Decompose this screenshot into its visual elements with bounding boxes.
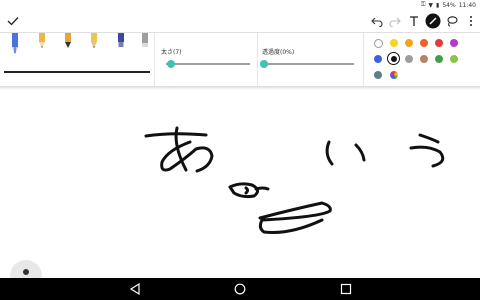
custom-color-wheel-icon[interactable] [390,71,398,79]
status-bar: ⚿ ▼ ▮ 54% 11:40 [0,0,480,10]
color-swatch-red[interactable] [435,39,443,47]
stroke [258,218,324,234]
color-swatch-green[interactable] [435,55,443,63]
drawing-canvas[interactable] [0,90,480,278]
more-vert-icon[interactable] [462,12,480,30]
time-text: 11:40 [458,1,476,9]
pen-highlighter[interactable] [89,33,99,49]
stroke [354,143,366,162]
opacity-slider-thumb[interactable] [260,60,268,68]
stroke [258,201,332,222]
home-icon[interactable] [233,282,247,296]
lasso-icon[interactable] [443,12,461,30]
color-swatch-purple[interactable] [450,39,458,47]
divider [154,33,155,87]
top-toolbar [0,10,480,32]
pen-eraser[interactable] [140,33,150,49]
pen-pencil[interactable] [37,33,47,49]
pen-mode-icon [23,269,29,275]
pen-settings-panel: 太さ(7) 透過度(0%) [0,32,480,87]
stroke [228,182,259,199]
navigation-bar [0,278,480,300]
thickness-slider-thumb[interactable] [167,60,175,68]
color-swatch-deep-orange[interactable] [420,39,428,47]
color-swatch-brown[interactable] [420,55,428,63]
color-swatch-blue[interactable] [374,55,382,63]
stroke [160,140,214,173]
stroke [244,186,249,195]
divider [257,33,258,87]
pen-preview-line [4,71,150,73]
opacity-label: 透過度(0%) [262,49,295,56]
color-swatch-black-selected[interactable] [387,52,400,65]
undo-icon[interactable] [368,12,386,30]
pen-fountain[interactable] [10,33,20,57]
color-swatch-blue-gray[interactable] [374,71,382,79]
color-swatch-yellow[interactable] [390,39,398,47]
color-swatch-gray[interactable] [405,55,413,63]
status-right: ⚿ ▼ ▮ 54% 11:40 [421,0,476,10]
pen-brush[interactable] [63,33,73,49]
checkmark-icon[interactable] [4,12,22,30]
handwriting-strokes [144,126,445,234]
battery-text: 54% [442,1,456,9]
wifi-icon: ▼ [428,1,434,9]
pen-tool-icon[interactable] [424,12,442,30]
pen-marker[interactable] [116,33,126,49]
stroke [409,145,445,168]
stroke [418,133,440,144]
thickness-slider-track[interactable] [166,63,250,65]
recents-icon[interactable] [339,282,353,296]
battery-icon: ▮ [436,1,440,9]
key-icon: ⚿ [420,1,426,8]
thickness-label: 太さ(7) [161,49,182,56]
back-icon[interactable] [128,282,142,296]
opacity-slider-track[interactable] [264,63,354,65]
color-swatch-light-green[interactable] [450,55,458,63]
color-swatch-orange[interactable] [405,39,413,47]
redo-icon[interactable] [386,12,404,30]
color-swatch-white[interactable] [374,39,383,48]
divider [363,33,364,87]
stroke [254,186,270,191]
stroke [325,140,334,166]
text-tool-icon[interactable] [405,12,423,30]
